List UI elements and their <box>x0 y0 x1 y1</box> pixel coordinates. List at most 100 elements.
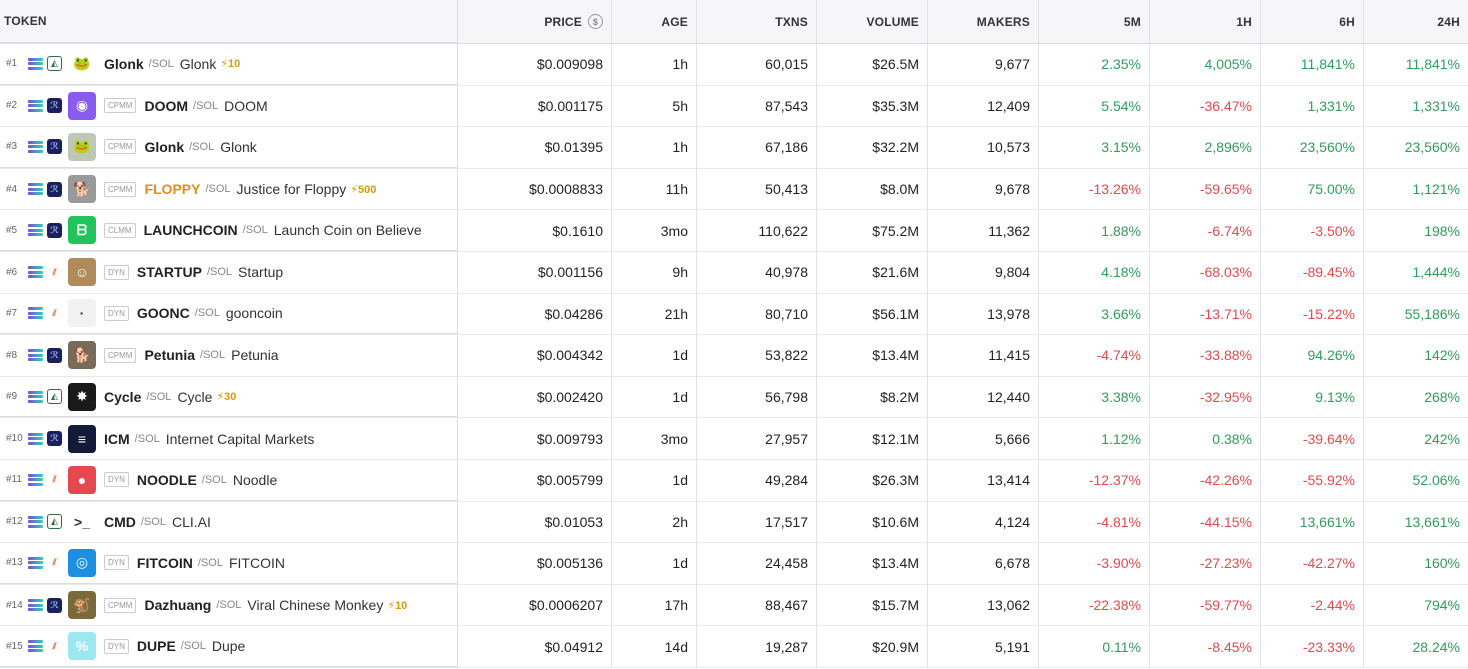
token-cell[interactable]: #2 ℛ ◉ CPMM DOOM /SOL DOOM <box>0 85 458 127</box>
table-row[interactable]: #7 ⫽ · DYN GOONC /SOL gooncoin $0.04286 … <box>0 293 1468 336</box>
change-1h-cell: -8.45% <box>1150 626 1261 667</box>
table-row[interactable]: #15 ⫽ % DYN DUPE /SOL Dupe $0.04912 14d … <box>0 626 1468 668</box>
col-1h-header[interactable]: 1H <box>1150 0 1261 43</box>
change-5m-cell: 5.54% <box>1039 85 1150 127</box>
pool-type-badge: CPMM <box>104 597 137 613</box>
change-5m-cell: 2.35% <box>1039 44 1150 85</box>
col-price-header[interactable]: PRICE $ <box>458 0 612 43</box>
col-age-header[interactable]: AGE <box>612 0 697 43</box>
makers-cell: 6,678 <box>928 543 1039 584</box>
volume-cell: $15.7M <box>817 584 928 626</box>
solana-icon <box>28 515 43 528</box>
token-cell[interactable]: #13 ⫽ ◎ DYN FITCOIN /SOL FITCOIN <box>0 543 458 584</box>
col-token-header[interactable]: TOKEN <box>0 0 458 43</box>
token-cell[interactable]: #4 ℛ 🐕 CPMM FLOPPY /SOL Justice for Flop… <box>0 168 458 210</box>
token-cell[interactable]: #12 ◭ >_ CMD /SOL CLI.AI <box>0 501 458 543</box>
token-cell[interactable]: #7 ⫽ · DYN GOONC /SOL gooncoin <box>0 293 458 335</box>
price-cell: $0.009098 <box>458 44 612 85</box>
txns-cell: 49,284 <box>697 459 817 501</box>
makers-cell: 11,362 <box>928 210 1039 251</box>
change-6h-cell: 11,841% <box>1261 44 1364 85</box>
change-6h-cell: -89.45% <box>1261 251 1364 293</box>
makers-cell: 5,191 <box>928 626 1039 667</box>
table-row[interactable]: #4 ℛ 🐕 CPMM FLOPPY /SOL Justice for Flop… <box>0 168 1468 211</box>
token-name: Glonk <box>220 138 257 155</box>
quote-symbol: /SOL <box>140 515 166 528</box>
table-row[interactable]: #2 ℛ ◉ CPMM DOOM /SOL DOOM $0.001175 5h … <box>0 85 1468 128</box>
token-name: Justice for Floppy <box>236 181 347 198</box>
token-cell[interactable]: #9 ◭ ✸ Cycle /SOL Cycle ⚡30 <box>0 376 458 418</box>
token-symbol: Dazhuang <box>144 597 212 614</box>
token-symbol: DUPE <box>136 638 176 655</box>
rank: #14 <box>6 599 23 611</box>
token-cell[interactable]: #11 ⫽ ● DYN NOODLE /SOL Noodle <box>0 459 458 501</box>
table-row[interactable]: #8 ℛ 🐕 CPMM Petunia /SOL Petunia $0.0043… <box>0 335 1468 377</box>
table-row[interactable]: #3 ℛ 🐸 CPMM Glonk /SOL Glonk $0.01395 1h… <box>0 127 1468 169</box>
age-cell: 9h <box>612 251 697 293</box>
col-volume-header[interactable]: VOLUME <box>817 0 928 43</box>
pool-type-badge: CPMM <box>104 139 137 155</box>
token-table: TOKEN PRICE $ AGE TXNS VOLUME MAKERS 5M … <box>0 0 1468 669</box>
pool-type-badge: DYN <box>104 264 129 280</box>
table-row[interactable]: #1 ◭ 🐸 Glonk /SOL Glonk ⚡10 $0.009098 1h… <box>0 44 1468 86</box>
price-cell: $0.1610 <box>458 210 612 251</box>
token-logo: ☺ <box>68 258 96 287</box>
token-cell[interactable]: #14 ℛ 🐒 CPMM Dazhuang /SOL Viral Chinese… <box>0 584 458 626</box>
table-row[interactable]: #14 ℛ 🐒 CPMM Dazhuang /SOL Viral Chinese… <box>0 584 1468 627</box>
token-symbol: FITCOIN <box>136 554 193 571</box>
col-6h-header[interactable]: 6H <box>1261 0 1364 43</box>
price-cell: $0.01395 <box>458 127 612 168</box>
change-1h-cell: -59.77% <box>1150 584 1261 626</box>
solana-icon <box>28 432 43 445</box>
table-row[interactable]: #5 ℛ ᗷ CLMM LAUNCHCOIN /SOL Launch Coin … <box>0 210 1468 252</box>
token-symbol: Cycle <box>104 388 142 405</box>
table-row[interactable]: #9 ◭ ✸ Cycle /SOL Cycle ⚡30 $0.002420 1d… <box>0 376 1468 419</box>
col-txns-header[interactable]: TXNS <box>697 0 817 43</box>
token-name: Dupe <box>211 638 246 655</box>
change-24h-cell: 23,560% <box>1404 139 1460 156</box>
volume-cell: $32.2M <box>817 127 928 168</box>
token-cell[interactable]: #15 ⫽ % DYN DUPE /SOL Dupe <box>0 626 458 667</box>
makers-cell: 11,415 <box>928 335 1039 376</box>
token-cell[interactable]: #8 ℛ 🐕 CPMM Petunia /SOL Petunia <box>0 335 458 376</box>
price-cell: $0.005799 <box>458 459 612 501</box>
table-row[interactable]: #13 ⫽ ◎ DYN FITCOIN /SOL FITCOIN $0.0051… <box>0 543 1468 585</box>
token-symbol: Glonk <box>104 55 144 72</box>
boost-badge: ⚡500 <box>350 183 377 196</box>
token-cell[interactable]: #3 ℛ 🐸 CPMM Glonk /SOL Glonk <box>0 127 458 168</box>
meteora-icon: ⫽ <box>47 264 62 280</box>
volume-cell: $13.4M <box>817 543 928 584</box>
table-row[interactable]: #11 ⫽ ● DYN NOODLE /SOL Noodle $0.005799… <box>0 459 1468 502</box>
rank: #12 <box>6 516 23 528</box>
volume-cell: $13.4M <box>817 335 928 376</box>
currency-toggle-icon[interactable]: $ <box>588 14 603 29</box>
rank: #13 <box>6 557 23 569</box>
token-cell[interactable]: #1 ◭ 🐸 Glonk /SOL Glonk ⚡10 <box>0 44 458 85</box>
table-row[interactable]: #10 ℛ ≡ ICM /SOL Internet Capital Market… <box>0 418 1468 460</box>
age-cell: 1d <box>612 376 697 418</box>
makers-cell: 9,677 <box>928 44 1039 85</box>
change-24h-cell: 1,121% <box>1412 181 1460 198</box>
token-logo: 🐒 <box>68 591 96 620</box>
token-cell[interactable]: #6 ⫽ ☺ DYN STARTUP /SOL Startup <box>0 251 458 293</box>
token-symbol: GOONC <box>136 305 190 322</box>
table-row[interactable]: #6 ⫽ ☺ DYN STARTUP /SOL Startup $0.00115… <box>0 251 1468 294</box>
txns-cell: 110,622 <box>697 210 817 251</box>
col-24h-header[interactable]: 24H <box>1364 0 1468 43</box>
col-5m-header[interactable]: 5M <box>1039 0 1150 43</box>
token-name: CLI.AI <box>171 513 211 530</box>
makers-cell: 9,804 <box>928 251 1039 293</box>
raydium-icon: ℛ <box>47 597 62 613</box>
change-5m-cell: -4.74% <box>1039 335 1150 376</box>
col-makers-header[interactable]: MAKERS <box>928 0 1039 43</box>
change-6h-cell: -39.64% <box>1261 418 1364 459</box>
token-cell[interactable]: #5 ℛ ᗷ CLMM LAUNCHCOIN /SOL Launch Coin … <box>0 210 458 251</box>
change-5m-cell: -13.26% <box>1039 168 1150 210</box>
change-5m-cell: 1.12% <box>1039 418 1150 459</box>
table-row[interactable]: #12 ◭ >_ CMD /SOL CLI.AI $0.01053 2h 17,… <box>0 501 1468 544</box>
token-cell[interactable]: #10 ℛ ≡ ICM /SOL Internet Capital Market… <box>0 418 458 459</box>
change-5m-cell: 3.66% <box>1039 293 1150 335</box>
token-name: gooncoin <box>225 305 283 322</box>
token-symbol: CMD <box>104 513 136 530</box>
rank: #8 <box>6 349 18 361</box>
